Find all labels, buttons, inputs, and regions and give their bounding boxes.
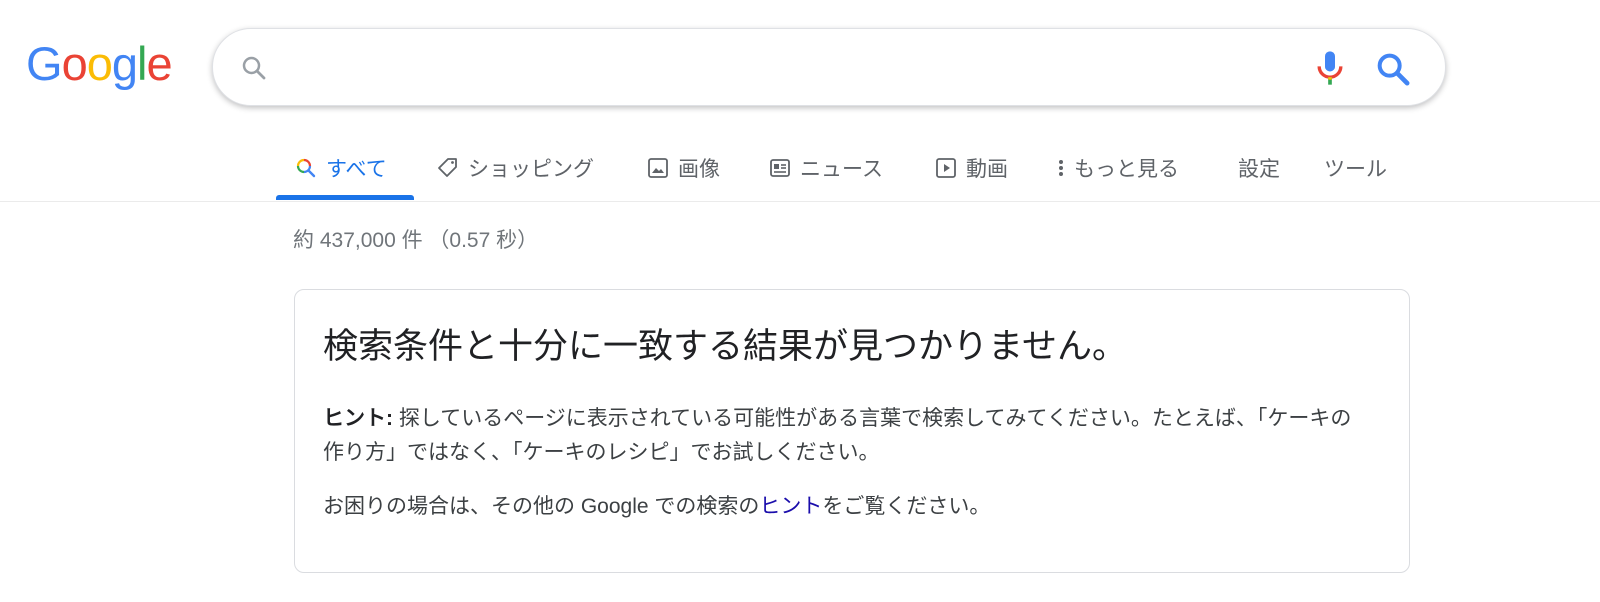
logo-letter: g	[111, 37, 138, 90]
hint-label: ヒント:	[323, 407, 393, 430]
google-logo[interactable]: Google	[26, 36, 173, 92]
tab-videos[interactable]: 動画	[934, 148, 1008, 188]
search-tabs: すべて ショッピング 画像 ニュース 動画 もっと見る 設定 ツール	[0, 130, 1600, 202]
logo-letter: G	[26, 37, 63, 90]
more-help-suffix: をご覧ください。	[822, 495, 991, 518]
logo-letter: o	[86, 37, 113, 90]
tag-icon	[438, 158, 457, 177]
video-icon	[936, 158, 956, 178]
search-input[interactable]	[285, 43, 1285, 93]
no-results-card: 検索条件と十分に一致する結果が見つかりません。 ヒント: 探しているページに表示…	[294, 289, 1410, 573]
more-vert-icon	[1059, 160, 1063, 176]
tab-label: ツール	[1324, 158, 1387, 181]
search-icon	[296, 158, 316, 178]
news-icon	[770, 159, 790, 177]
tab-images[interactable]: 画像	[646, 148, 720, 188]
tab-more[interactable]: もっと見る	[1056, 148, 1179, 188]
hint-body: 探しているページに表示されている可能性がある言葉で検索してみてください。たとえば…	[323, 407, 1352, 464]
tab-label: 動画	[966, 158, 1008, 181]
image-icon	[648, 158, 668, 178]
tab-label: もっと見る	[1074, 158, 1179, 181]
logo-letter: e	[146, 37, 172, 90]
result-stats: 約 437,000 件 （0.57 秒）	[293, 229, 539, 252]
tab-label: ショッピング	[468, 158, 594, 181]
header: Google	[0, 0, 1600, 130]
tab-label: ニュース	[800, 158, 883, 181]
search-box[interactable]	[212, 28, 1446, 106]
tab-settings[interactable]: 設定	[1238, 148, 1280, 188]
more-help-prefix: お困りの場合は、その他の Google での検索の	[323, 495, 760, 518]
tab-label: 設定	[1238, 158, 1280, 181]
active-tab-indicator	[276, 195, 414, 200]
no-results-title: 検索条件と十分に一致する結果が見つかりません。	[323, 327, 1127, 366]
search-icon	[242, 56, 266, 80]
search-button[interactable]	[1373, 49, 1413, 89]
tab-all[interactable]: すべて	[294, 148, 387, 188]
tab-label: 画像	[678, 158, 720, 181]
tab-shopping[interactable]: ショッピング	[436, 148, 594, 188]
tab-tools[interactable]: ツール	[1324, 148, 1387, 188]
microphone-icon[interactable]	[1310, 47, 1350, 89]
tab-news[interactable]: ニュース	[768, 148, 883, 188]
tab-label: すべて	[326, 158, 387, 181]
more-help-text: お困りの場合は、その他の Google での検索のヒントをご覧ください。	[323, 490, 990, 524]
logo-letter: l	[136, 37, 148, 90]
hint-link[interactable]: ヒント	[759, 495, 822, 518]
logo-letter: o	[61, 37, 88, 90]
hint-text: ヒント: 探しているページに表示されている可能性がある言葉で検索してみてください…	[323, 402, 1363, 470]
